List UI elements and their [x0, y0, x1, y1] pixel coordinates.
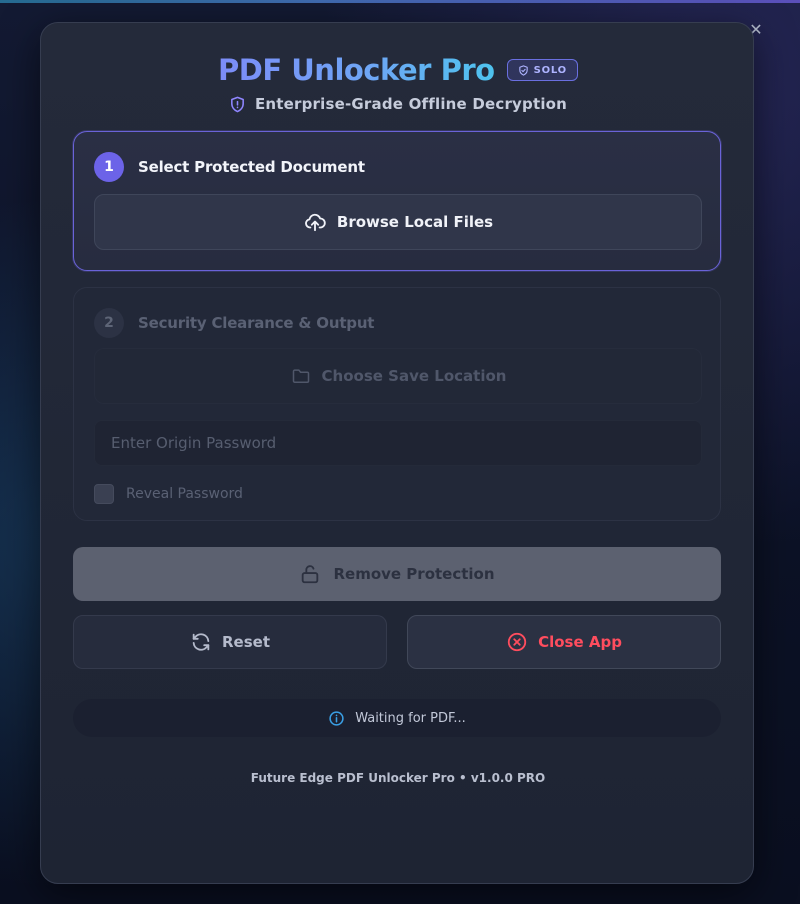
- choose-save-location-button[interactable]: Choose Save Location: [94, 348, 702, 404]
- browse-files-button[interactable]: Browse Local Files: [94, 194, 702, 250]
- reveal-password-checkbox[interactable]: [94, 484, 114, 504]
- step-1-number: 1: [94, 152, 124, 182]
- shield-alert-icon: [230, 96, 244, 112]
- step-1-header: 1 Select Protected Document: [94, 152, 365, 182]
- plan-badge-label: SOLO: [533, 64, 567, 76]
- folder-icon: [292, 369, 309, 383]
- reveal-password-row[interactable]: Reveal Password: [94, 484, 243, 504]
- app-header: PDF Unlocker Pro SOLO Enterprise-Grade O…: [41, 53, 755, 113]
- refresh-icon: [192, 633, 210, 651]
- step-2-number: 2: [94, 308, 124, 338]
- close-app-button[interactable]: Close App: [407, 615, 721, 669]
- step-1-title: Select Protected Document: [138, 158, 365, 176]
- remove-protection-label: Remove Protection: [333, 565, 495, 583]
- app-card: PDF Unlocker Pro SOLO Enterprise-Grade O…: [40, 22, 754, 884]
- footer-version: Future Edge PDF Unlocker Pro • v1.0.0 PR…: [250, 771, 546, 785]
- browse-files-label: Browse Local Files: [336, 213, 494, 231]
- info-icon: [329, 710, 344, 726]
- close-app-label: Close App: [538, 633, 622, 651]
- reset-label: Reset: [222, 633, 270, 651]
- title-row: PDF Unlocker Pro SOLO: [41, 53, 755, 87]
- cloud-upload-icon: [304, 213, 326, 232]
- step-2-title: Security Clearance & Output: [138, 314, 375, 332]
- reveal-password-label: Reveal Password: [126, 486, 243, 502]
- top-accent-line: [0, 0, 800, 3]
- app-title: PDF Unlocker Pro: [218, 53, 495, 87]
- subtitle-row: Enterprise-Grade Offline Decryption: [41, 95, 755, 113]
- status-text: Waiting for PDF...: [355, 710, 466, 726]
- choose-save-location-label: Choose Save Location: [321, 367, 507, 385]
- x-circle-icon: [507, 632, 527, 652]
- plan-badge: SOLO: [506, 59, 578, 81]
- unlock-icon: [302, 565, 319, 584]
- shield-check-icon: [518, 64, 528, 76]
- step-2-header: 2 Security Clearance & Output: [94, 308, 374, 338]
- app-subtitle: Enterprise-Grade Offline Decryption: [254, 95, 568, 113]
- status-bar: Waiting for PDF...: [73, 699, 721, 737]
- step-security-output: 2 Security Clearance & Output Choose Sav…: [73, 287, 721, 521]
- origin-password-input[interactable]: [94, 420, 702, 466]
- step-select-document: 1 Select Protected Document Browse Local…: [73, 131, 721, 271]
- reset-button[interactable]: Reset: [73, 615, 387, 669]
- remove-protection-button[interactable]: Remove Protection: [73, 547, 721, 601]
